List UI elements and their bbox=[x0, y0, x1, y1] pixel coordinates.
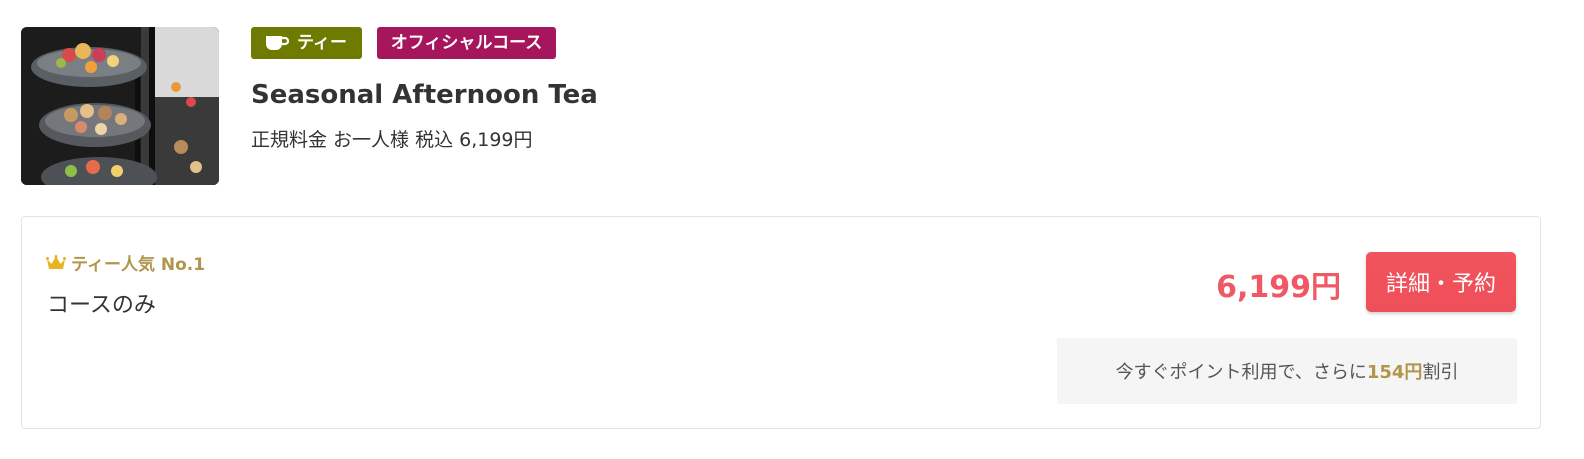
course-title[interactable]: Seasonal Afternoon Tea bbox=[251, 80, 598, 110]
point-amount: 154円 bbox=[1366, 362, 1423, 383]
course-image[interactable] bbox=[21, 27, 219, 185]
popular-badge-label: ティー人気 No.1 bbox=[71, 255, 206, 275]
point-prefix: 今すぐポイント利用で、さらに bbox=[1115, 362, 1367, 383]
detail-reserve-button[interactable]: 詳細・予約 bbox=[1366, 252, 1516, 312]
point-suffix: 割引 bbox=[1422, 362, 1459, 383]
crown-icon bbox=[46, 254, 66, 269]
category-tag-tea: ティー bbox=[251, 27, 362, 59]
plan-card: ティー人気 No.1 コースのみ 6,199円 詳細・予約 今すぐポイント利用で… bbox=[21, 216, 1541, 429]
tag-official-label: オフィシャルコース bbox=[390, 33, 543, 53]
plan-name: コースのみ bbox=[47, 293, 156, 318]
reserve-button-label: 詳細・予約 bbox=[1385, 272, 1496, 297]
point-discount-notice: 今すぐポイント利用で、さらに 154円 割引 bbox=[1057, 338, 1517, 404]
official-course-tag: オフィシャルコース bbox=[377, 27, 556, 59]
cup-icon bbox=[266, 36, 289, 50]
tag-tea-label: ティー bbox=[297, 33, 347, 53]
plan-price: 6,199円 bbox=[1216, 270, 1341, 305]
regular-price: 正規料金 お一人様 税込 6,199円 bbox=[251, 129, 533, 151]
popular-badge: ティー人気 No.1 bbox=[46, 250, 205, 275]
